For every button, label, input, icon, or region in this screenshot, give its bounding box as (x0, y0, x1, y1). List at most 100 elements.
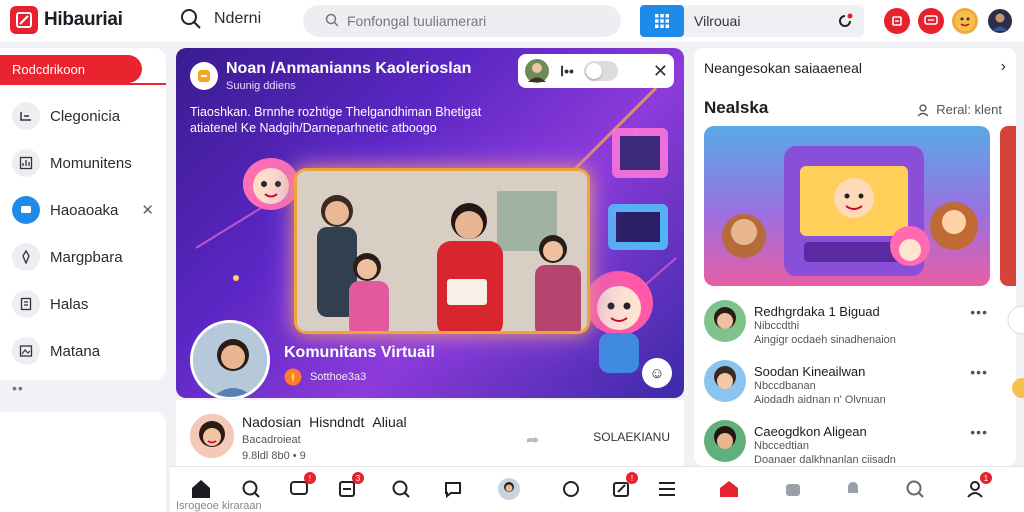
app-logo[interactable]: Hibauriai (10, 6, 123, 34)
more-dots[interactable]: •• (12, 380, 24, 396)
activity-icon[interactable] (558, 476, 584, 502)
virtual-tab[interactable]: Vilrouai (684, 5, 864, 37)
inbox-icon[interactable]: 3 (334, 472, 364, 502)
apps-button[interactable] (640, 5, 684, 37)
messages-button[interactable] (918, 8, 944, 34)
search-placeholder: Fonfongal tuuliamerari (347, 13, 487, 29)
hero-description: Tiaoshkan. Brnnhe rozhtige Thelgandhiman… (190, 105, 482, 135)
feed-author-3[interactable]: Aliual (372, 414, 406, 430)
search-icon (325, 13, 339, 30)
list-item-sub2: Aingigr ocdaeh sinadhenaion (754, 334, 896, 346)
sidebar-item-4[interactable]: Halas (12, 289, 162, 319)
next-card-peek[interactable] (1000, 126, 1016, 286)
more-options-icon[interactable]: ••• (970, 364, 988, 380)
refresh-icon[interactable] (836, 12, 854, 33)
notification-badge: 3 (352, 472, 364, 484)
list-item-sub2: Aiodadh aidnan n' Olvnuan (754, 394, 886, 406)
feed-avatar[interactable] (190, 414, 234, 458)
pin-icon (12, 243, 40, 271)
live-switch[interactable] (583, 61, 618, 81)
emoji-react-button[interactable]: ☺ (642, 358, 672, 388)
edge-icons (1007, 305, 1024, 398)
close-icon[interactable]: ✕ (653, 61, 668, 82)
host-avatar[interactable] (190, 320, 270, 398)
top-bar: Hibauriai Nderni Fonfongal tuuliamerari … (0, 0, 1024, 42)
home-icon[interactable] (188, 476, 214, 502)
comments-icon[interactable] (440, 476, 466, 502)
sidebar-item-2[interactable]: Haoaoaka ✕ (12, 195, 162, 225)
right-panel-link-label: Reral: klent (936, 102, 1002, 117)
featured-game-art[interactable] (704, 126, 990, 286)
feed-meta: Bacadroieat (242, 434, 301, 446)
list-item[interactable]: Caeogdkon Aligean Nbccedtian Doanaer dal… (704, 420, 994, 468)
game-arcade-illustration (722, 146, 978, 276)
list-item-name: Caeogdkon Aligean (754, 424, 867, 439)
list-item[interactable]: Soodan Kineailwan Nbccdbanan Aiodadh aid… (704, 360, 994, 408)
person-icon (917, 103, 929, 116)
document-icon (12, 290, 40, 318)
profile-avatar[interactable] (496, 476, 522, 502)
more-options-icon[interactable]: ••• (970, 424, 988, 440)
sidebar-item-label: Momunitens (50, 154, 132, 172)
share-icon[interactable]: ➦ (526, 430, 539, 450)
feed-post[interactable]: Nadosian Hisndndt Aliual Bacadroieat 9.8… (176, 400, 684, 466)
search-input[interactable]: Fonfongal tuuliamerari (303, 5, 621, 37)
feed-action-label[interactable]: SOLAEKIANU (593, 430, 670, 444)
sidebar-active-item[interactable]: Rodcdrikoon (0, 55, 142, 83)
bottom-strip-text: Isrogeoe kiraraan (176, 500, 262, 512)
groups-icon[interactable] (780, 476, 806, 502)
sidebar-item-0[interactable]: Clegonicia (12, 101, 162, 131)
floating-screen-icon (612, 128, 668, 178)
sidebar-lower-panel (0, 412, 166, 512)
sidebar-item-label: Haoaoaka (50, 201, 119, 219)
explore-icon[interactable] (388, 476, 414, 502)
chart-icon (12, 149, 40, 177)
close-icon[interactable]: ✕ (141, 201, 154, 219)
list-item-name: Redhgrdaka 1 Biguad (754, 304, 880, 319)
search-label[interactable]: Nderni (214, 10, 261, 28)
user-avatar[interactable] (986, 7, 1014, 35)
grid-icon (655, 14, 669, 28)
hero-photo[interactable] (294, 168, 590, 334)
bottom-nav: ! 3 ! 1 (170, 466, 1024, 512)
home-red-icon[interactable] (716, 476, 742, 502)
sidebar-item-3[interactable]: Margpbara (12, 242, 162, 272)
notifications-button[interactable] (884, 8, 910, 34)
search-icon[interactable] (238, 476, 264, 502)
feed-meta-2: 9.8ldl 8b0 • 9 (242, 450, 306, 462)
right-panel-title: Nealska (704, 98, 769, 117)
chat-icon[interactable]: ! (286, 472, 316, 502)
menu-icon[interactable] (654, 476, 680, 502)
more-options-icon[interactable]: ••• (970, 304, 988, 320)
discover-icon[interactable] (902, 476, 928, 502)
right-edge-panel (1004, 300, 1024, 440)
notifications-icon[interactable] (840, 476, 866, 502)
account-icon[interactable]: 1 (962, 472, 992, 502)
floating-screen-icon-2 (608, 204, 668, 250)
hero-logo-icon (190, 62, 218, 90)
hero-card[interactable]: Noan /Anmanianns Kaolerioslan Suunig ddi… (176, 48, 684, 398)
list-item[interactable]: Redhgrdaka 1 Biguad Nibccdthi Aingigr oc… (704, 300, 994, 348)
friends-photo-illustration (297, 171, 587, 331)
list-avatar (704, 300, 746, 342)
right-panel-link[interactable]: Reral: klent (916, 102, 1002, 117)
list-item-sub: Nibccdthi (754, 320, 800, 332)
toggle-label: Ⅰ•• (560, 62, 574, 79)
chevron-right-icon[interactable]: › (1001, 58, 1006, 76)
feed-author-2[interactable]: Hisndndt (309, 414, 364, 430)
sidebar-item-1[interactable]: Momunitens (12, 148, 162, 178)
search-icon[interactable] (180, 8, 202, 35)
sidebar-item-label: Halas (50, 295, 89, 313)
sidebar-item-5[interactable]: Matana (12, 336, 162, 366)
avatar-face-icon (955, 11, 975, 31)
fire-icon (284, 368, 302, 386)
avatar-friend[interactable] (952, 8, 978, 34)
feed-names: Nadosian Hisndndt Aliual (242, 414, 407, 430)
feed-author[interactable]: Nadosian (242, 414, 301, 430)
right-panel-header[interactable]: Neangesokan saiaaeneal (704, 60, 862, 76)
edit-icon[interactable]: ! (608, 472, 638, 502)
list-item-sub2: Doanaer dalkhnanlan ciisadn (754, 454, 896, 466)
hero-footer-title: Komunitans Virtuail (284, 344, 435, 361)
image-icon (12, 337, 40, 365)
reply-icon (12, 102, 40, 130)
